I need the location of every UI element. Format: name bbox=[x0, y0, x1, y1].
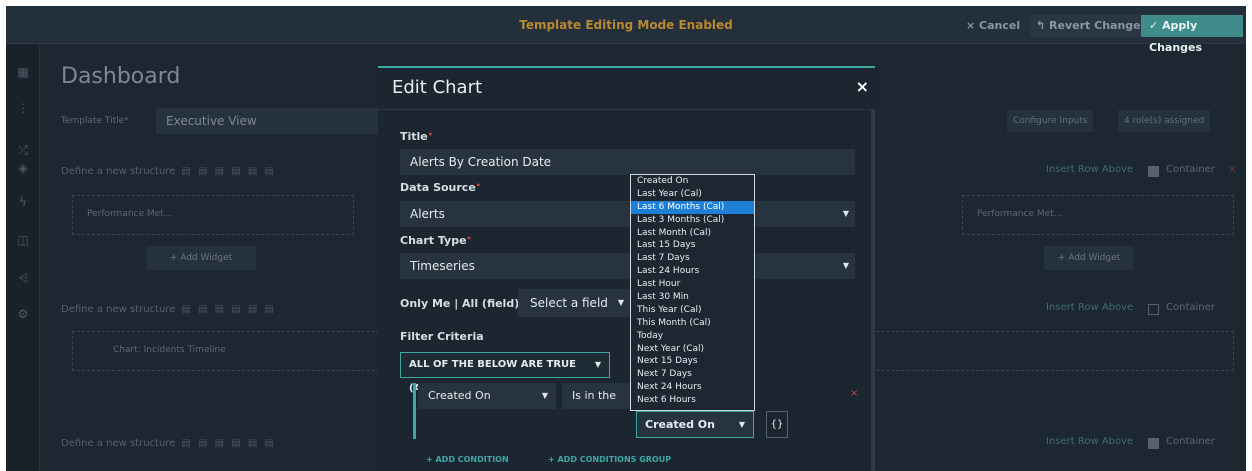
data-source-label: Data Source• bbox=[400, 181, 481, 194]
dropdown-option[interactable]: Last Month (Cal) bbox=[631, 227, 754, 240]
condition-field-select[interactable]: Created On ▼ bbox=[418, 383, 556, 409]
container-checkbox[interactable] bbox=[1148, 166, 1159, 177]
logic-operator-dropdown[interactable]: ALL OF THE BELOW ARE TRUE (AND) ▼ bbox=[400, 352, 610, 394]
condition-value: Created On bbox=[645, 418, 715, 431]
left-nav: ▦ ⋮ ⤮ ◈ ϟ ◫ ⩤ ⚙ bbox=[6, 44, 40, 471]
page-title: Dashboard bbox=[61, 64, 181, 89]
edit-chart-modal: Edit Chart × Title• Alerts By Creation D… bbox=[378, 66, 875, 471]
roles-assigned-button[interactable]: 4 role(s) assigned bbox=[1118, 110, 1211, 132]
layout-options-icon[interactable]: ▤ ▤ ▤ ▤ ▤ ▤ bbox=[181, 438, 276, 449]
insert-row-above-link[interactable]: Insert Row Above bbox=[1046, 302, 1133, 313]
modal-scrollbar[interactable] bbox=[871, 110, 875, 471]
structure-label: Define a new structure bbox=[61, 166, 176, 177]
modal-title: Edit Chart bbox=[392, 77, 483, 98]
chevron-down-icon: ▼ bbox=[617, 298, 624, 307]
condition-operator-value: Is in the bbox=[572, 389, 617, 402]
chevron-down-icon: ▼ bbox=[541, 391, 548, 400]
settings-icon[interactable]: ⚙ bbox=[15, 306, 31, 322]
dropdown-option[interactable]: Next 24 Hours bbox=[631, 381, 754, 394]
select-field-value: Select a field bbox=[530, 296, 608, 310]
only-me-label: Only Me | All (field) : bbox=[400, 297, 528, 310]
filter-criteria-label: Filter Criteria bbox=[400, 330, 484, 343]
dropdown-option[interactable]: Last 7 Days bbox=[631, 252, 754, 265]
dropdown-option[interactable]: This Year (Cal) bbox=[631, 304, 754, 317]
analytics-icon[interactable]: ⩤ bbox=[15, 270, 31, 286]
braces-button[interactable]: {} bbox=[766, 411, 788, 438]
chart-type-select[interactable]: Timeseries ▼ bbox=[400, 253, 855, 279]
widget-slot: Performance Met... bbox=[72, 195, 354, 235]
app-frame: Template Editing Mode Enabled × Cancel ↰… bbox=[6, 6, 1246, 471]
dropdown-option[interactable]: Last 6 Months (Cal) bbox=[631, 200, 754, 214]
template-title-label: Template Title* bbox=[61, 116, 129, 126]
layout-options-icon[interactable]: ▤ ▤ ▤ ▤ ▤ ▤ bbox=[181, 304, 276, 315]
shield-icon[interactable]: ◈ bbox=[15, 160, 31, 176]
dropdown-option[interactable]: Next Year (Cal) bbox=[631, 343, 754, 356]
structure-row-3: Define a new structure ▤ ▤ ▤ ▤ ▤ ▤ bbox=[61, 438, 276, 449]
structure-label: Define a new structure bbox=[61, 438, 176, 449]
dropdown-option[interactable]: Last Hour bbox=[631, 278, 754, 291]
dropdown-option[interactable]: Last 24 Hours bbox=[631, 265, 754, 278]
select-field-dropdown[interactable]: Select a field ▼ bbox=[518, 289, 630, 317]
remove-row-icon[interactable]: × bbox=[1228, 164, 1236, 175]
chart-widget-label: Chart: Incidents Timeline bbox=[113, 345, 226, 355]
dropdown-option[interactable]: Today bbox=[631, 330, 754, 343]
container-checkbox[interactable] bbox=[1148, 304, 1159, 315]
insert-row-above-link[interactable]: Insert Row Above bbox=[1046, 164, 1133, 175]
condition-group-bar bbox=[413, 383, 416, 439]
template-title-input[interactable]: Executive View bbox=[156, 108, 386, 134]
data-source-value: Alerts bbox=[410, 207, 445, 221]
dropdown-option[interactable]: Next 7 Days bbox=[631, 368, 754, 381]
dropdown-option[interactable]: Last 3 Months (Cal) bbox=[631, 214, 754, 227]
dropdown-option[interactable]: Last Year (Cal) bbox=[631, 188, 754, 201]
chevron-down-icon: ▼ bbox=[738, 420, 745, 429]
add-conditions-group-link[interactable]: + ADD CONDITIONS GROUP bbox=[548, 455, 671, 464]
cancel-button[interactable]: × Cancel bbox=[966, 15, 1020, 37]
revert-changes-button[interactable]: ↰ Revert Changes bbox=[1030, 15, 1154, 37]
dashboard-icon[interactable]: ▦ bbox=[15, 64, 31, 80]
add-widget-button[interactable]: + Add Widget bbox=[1044, 246, 1134, 270]
dropdown-option[interactable]: Next 15 Days bbox=[631, 355, 754, 368]
title-input[interactable]: Alerts By Creation Date bbox=[400, 149, 855, 175]
add-condition-link[interactable]: + ADD CONDITION bbox=[426, 455, 509, 464]
chevron-down-icon: ▼ bbox=[594, 360, 601, 369]
dropdown-option[interactable]: Last 30 Min bbox=[631, 291, 754, 304]
condition-operator-select[interactable]: Is in the bbox=[562, 383, 634, 409]
dropdown-option[interactable]: Next 6 Hours bbox=[631, 394, 754, 407]
structure-label: Define a new structure bbox=[61, 304, 176, 315]
container-label: Container bbox=[1166, 164, 1215, 175]
bolt-icon[interactable]: ϟ bbox=[15, 194, 31, 210]
shuffle-icon[interactable]: ⤮ bbox=[15, 142, 31, 158]
top-bar: Template Editing Mode Enabled × Cancel ↰… bbox=[6, 6, 1246, 54]
close-icon[interactable]: × bbox=[856, 77, 869, 96]
title-label: Title• bbox=[400, 130, 433, 143]
chevron-down-icon: ▼ bbox=[842, 209, 849, 218]
chevron-down-icon: ▼ bbox=[842, 261, 849, 270]
briefcase-icon[interactable]: ◫ bbox=[15, 232, 31, 248]
widget-slot: Performance Met... bbox=[962, 195, 1234, 235]
condition-field-value: Created On bbox=[428, 389, 491, 402]
incidents-icon[interactable]: ⋮ bbox=[15, 100, 31, 116]
dropdown-option[interactable]: Last 15 Days bbox=[631, 239, 754, 252]
widget-label: Performance Met... bbox=[87, 209, 173, 219]
chart-type-value: Timeseries bbox=[410, 259, 475, 273]
insert-row-above-link[interactable]: Insert Row Above bbox=[1046, 436, 1133, 447]
structure-row-1: Define a new structure ▤ ▤ ▤ ▤ ▤ ▤ bbox=[61, 166, 276, 177]
container-label: Container bbox=[1166, 436, 1215, 447]
apply-changes-button[interactable]: ✓ Apply Changes bbox=[1141, 15, 1243, 54]
configure-inputs-button[interactable]: Configure Inputs bbox=[1007, 110, 1094, 132]
remove-condition-icon[interactable]: × bbox=[850, 388, 858, 399]
dropdown-option[interactable]: This Month (Cal) bbox=[631, 317, 754, 330]
add-widget-button[interactable]: + Add Widget bbox=[146, 246, 256, 270]
dropdown-option[interactable]: Created On bbox=[631, 175, 754, 188]
condition-value-select[interactable]: Created On ▼ bbox=[636, 411, 754, 438]
data-source-select[interactable]: Alerts ▼ bbox=[400, 201, 855, 227]
container-label: Container bbox=[1166, 302, 1215, 313]
structure-row-2: Define a new structure ▤ ▤ ▤ ▤ ▤ ▤ bbox=[61, 304, 276, 315]
chart-type-label: Chart Type• bbox=[400, 234, 472, 247]
layout-options-icon[interactable]: ▤ ▤ ▤ ▤ ▤ ▤ bbox=[181, 166, 276, 177]
widget-label: Performance Met... bbox=[977, 209, 1063, 219]
modal-header: Edit Chart × bbox=[378, 68, 875, 110]
date-range-options-list: Created On Last Year (Cal) Last 6 Months (… bbox=[630, 174, 755, 411]
container-checkbox[interactable] bbox=[1148, 438, 1159, 449]
